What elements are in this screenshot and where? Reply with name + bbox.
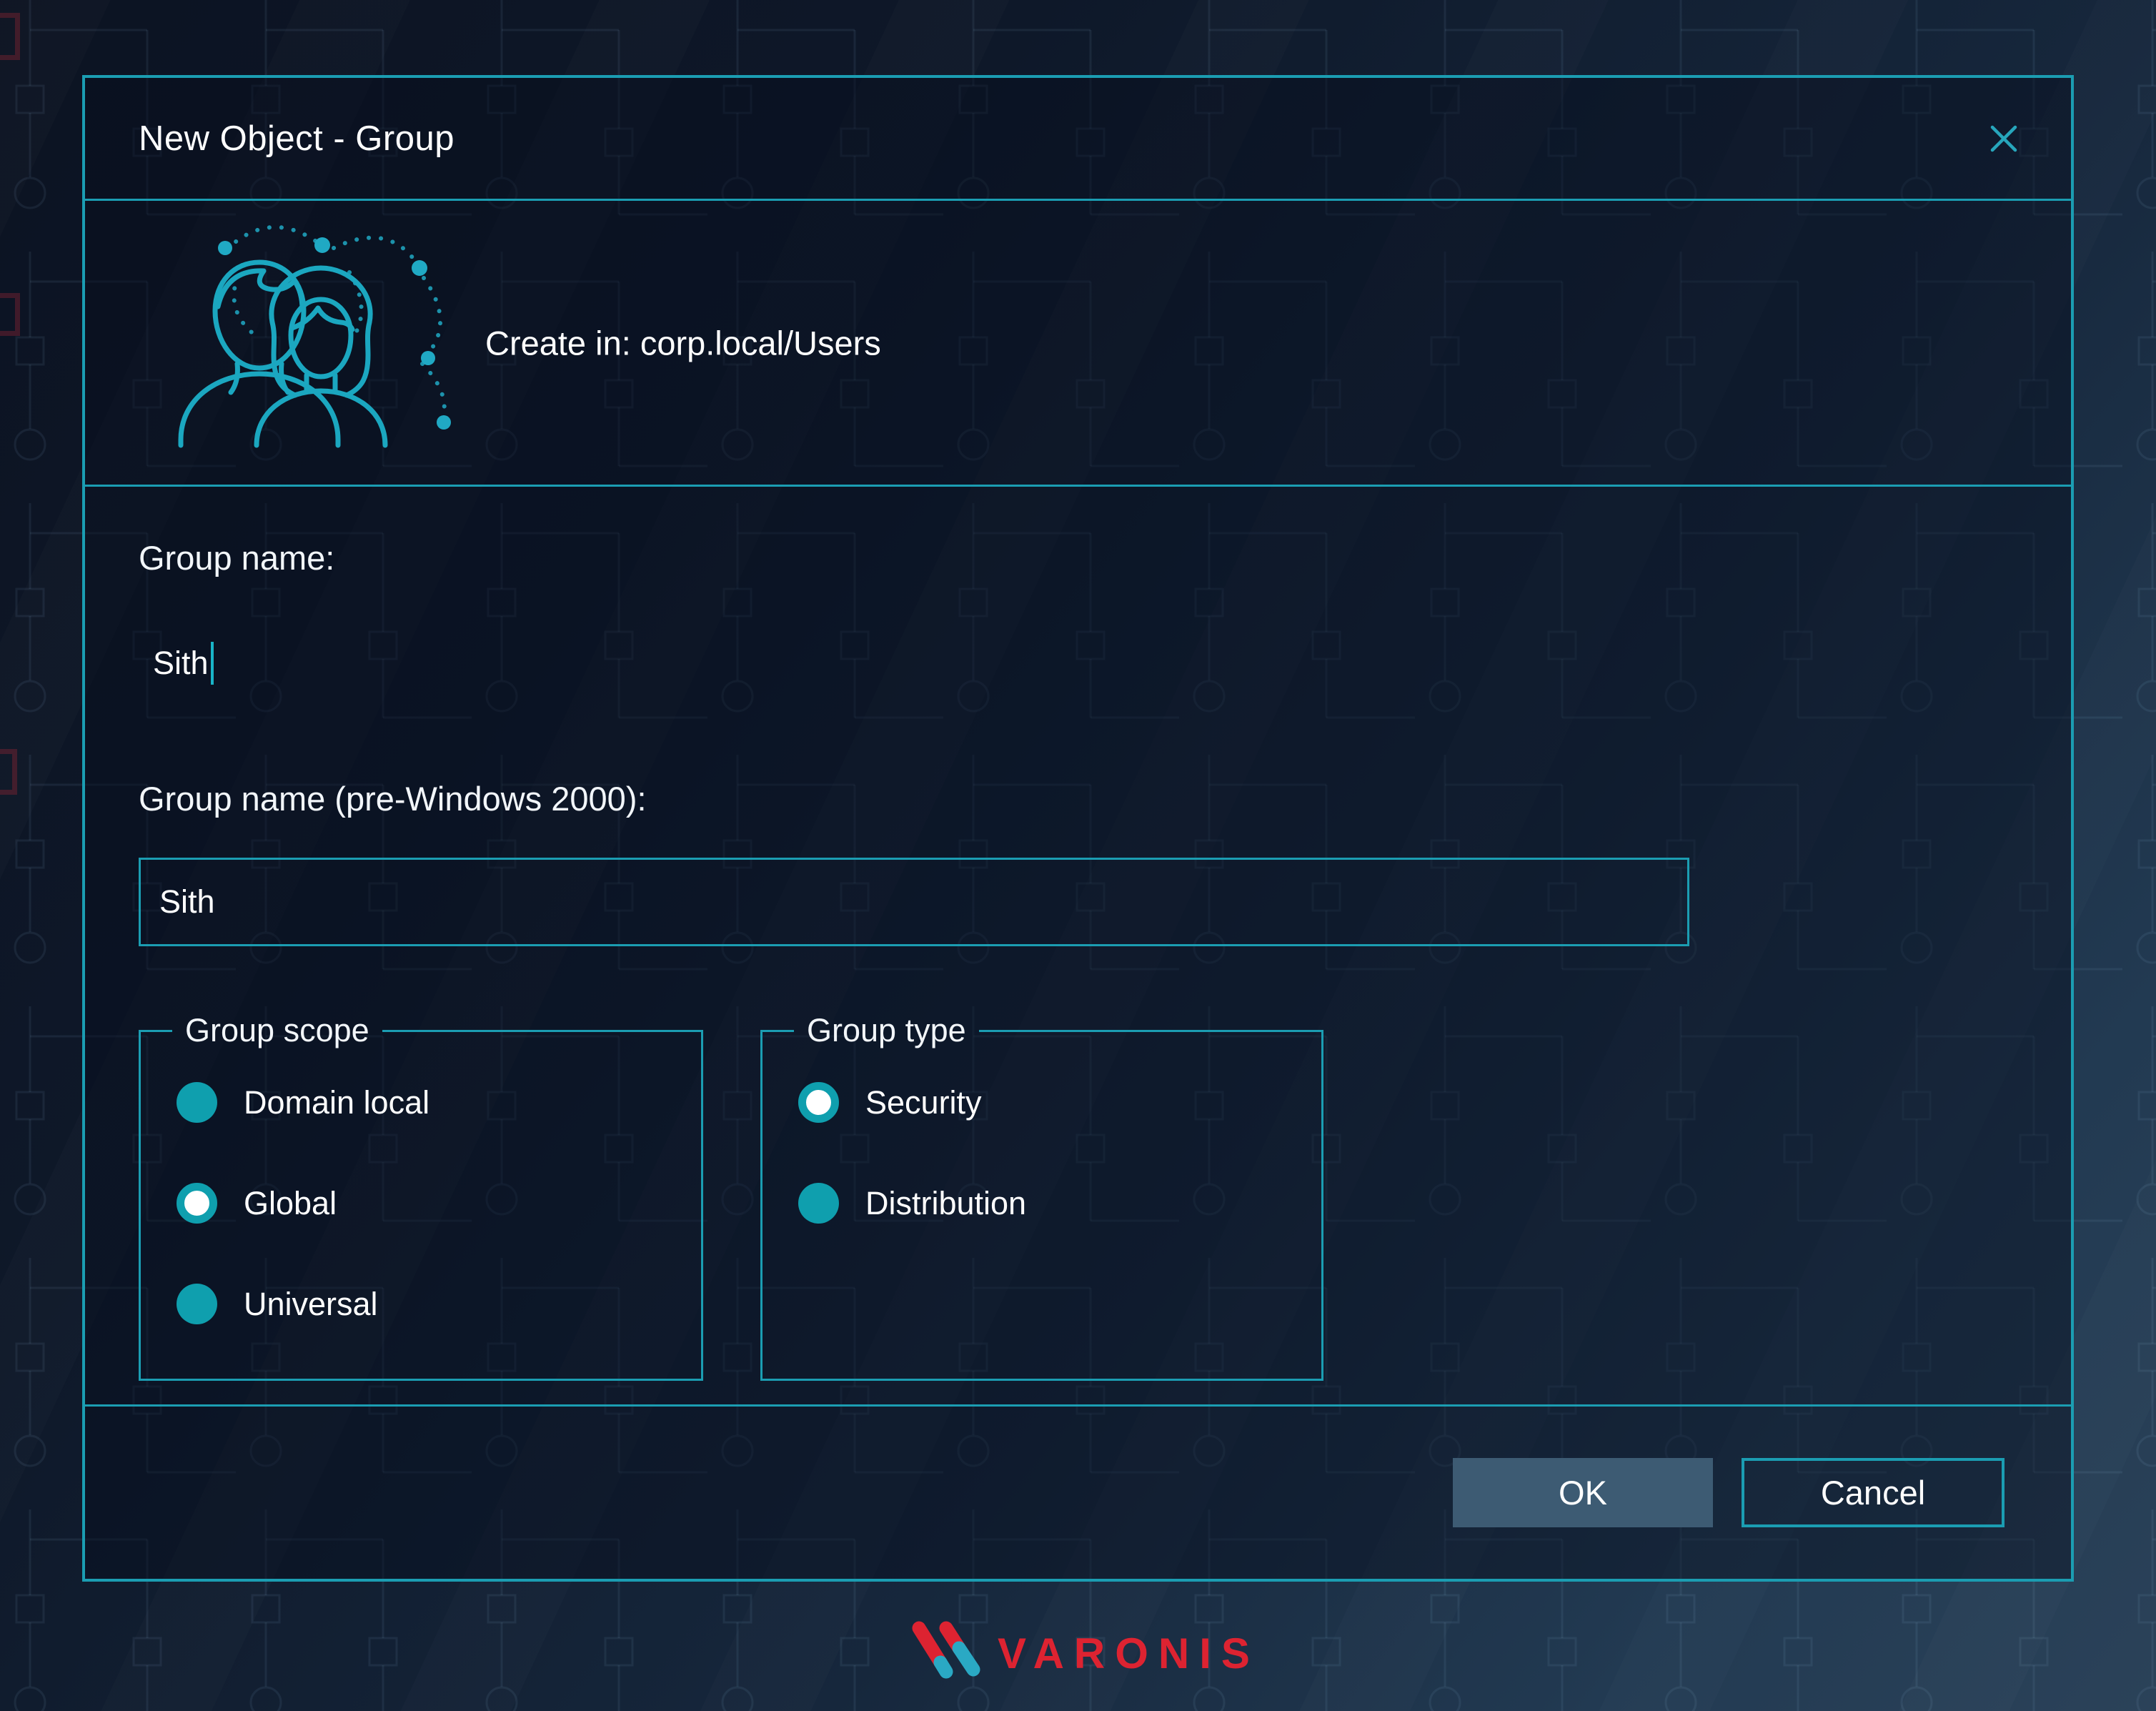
radio-button-icon[interactable]: [177, 1082, 217, 1123]
close-icon[interactable]: [1984, 119, 2024, 159]
radio-option-distribution[interactable]: Distribution: [798, 1183, 1321, 1224]
group-scope-legend: Group scope: [185, 1012, 369, 1048]
group-type-fieldset: Group type Security Distribution: [760, 1012, 1323, 1381]
group-name-value: Sith: [153, 645, 209, 681]
radio-option-domain-local[interactable]: Domain local: [177, 1082, 701, 1123]
text-caret: [210, 642, 214, 685]
dialog-title: New Object - Group: [139, 119, 454, 158]
edge-accent-square: [0, 13, 20, 60]
ok-button[interactable]: OK: [1453, 1458, 1713, 1527]
dialog-titlebar: New Object - Group: [85, 78, 2071, 201]
group-users-icon: [135, 215, 471, 455]
radio-button-icon[interactable]: [177, 1183, 217, 1224]
edge-accent-square: [0, 749, 17, 795]
radio-label: Distribution: [865, 1184, 1027, 1221]
group-name-pre2000-label: Group name (pre-Windows 2000):: [139, 780, 647, 818]
varonis-logo-icon: [912, 1621, 980, 1679]
group-type-legend: Group type: [807, 1012, 966, 1048]
new-object-group-dialog: New Object - Group Create in: corp.local…: [82, 75, 2074, 1582]
dialog-content: Group name: Sith Group name (pre-Windows…: [85, 487, 2071, 1404]
radio-label: Global: [244, 1184, 337, 1221]
group-name-pre2000-value: Sith: [159, 883, 215, 920]
radio-label: Domain local: [244, 1083, 430, 1121]
create-in-section: Create in: corp.local/Users: [85, 201, 2071, 487]
radio-button-icon[interactable]: [798, 1183, 839, 1224]
group-name-input[interactable]: Sith: [153, 640, 2017, 686]
radio-option-universal[interactable]: Universal: [177, 1284, 701, 1324]
create-in-text: Create in: corp.local/Users: [485, 324, 881, 362]
varonis-logo-text: VARONIS: [998, 1629, 1260, 1677]
radio-button-icon[interactable]: [798, 1082, 839, 1123]
radio-option-security[interactable]: Security: [798, 1082, 1321, 1123]
group-scope-fieldset: Group scope Domain local Global Universa…: [139, 1012, 703, 1381]
radio-label: Universal: [244, 1285, 378, 1322]
radio-option-global[interactable]: Global: [177, 1183, 701, 1224]
dialog-footer: OK Cancel: [85, 1404, 2071, 1579]
group-name-label: Group name:: [139, 539, 335, 577]
group-name-pre2000-input[interactable]: Sith: [139, 858, 1689, 946]
radio-button-icon[interactable]: [177, 1284, 217, 1324]
varonis-brand: VARONIS: [0, 1614, 2156, 1692]
edge-accent-square: [0, 293, 20, 336]
cancel-button[interactable]: Cancel: [1742, 1458, 2005, 1527]
radio-label: Security: [865, 1083, 982, 1121]
